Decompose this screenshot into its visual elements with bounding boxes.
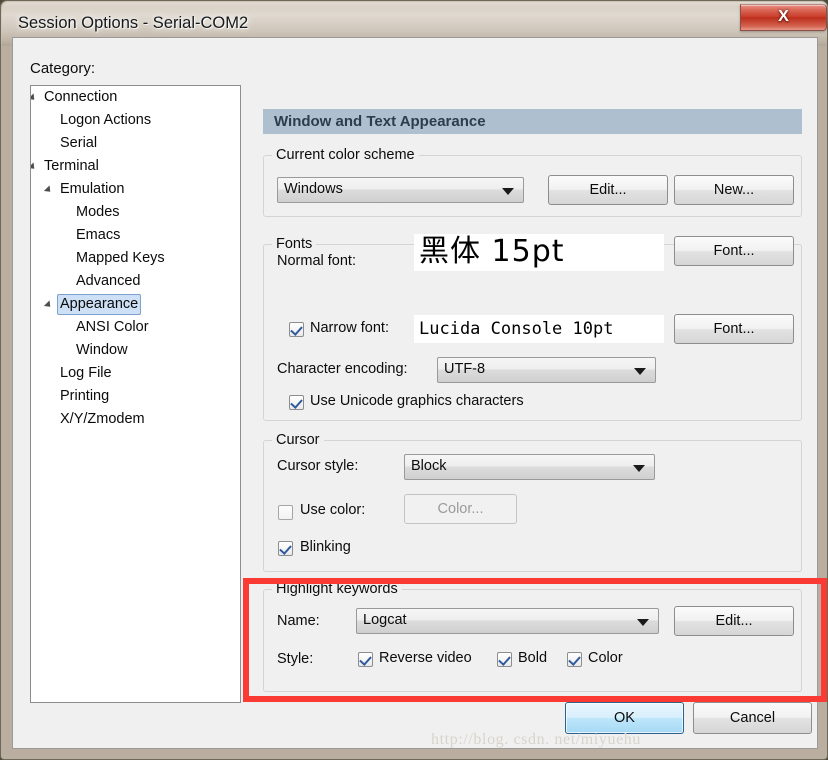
sidebar-item-terminal[interactable]: Terminal bbox=[31, 155, 240, 178]
highlight-name-value: Logcat bbox=[363, 612, 407, 628]
dialog-client-area: Category: Connection Logon Actions Serial T… bbox=[12, 37, 827, 749]
sidebar-item-label: ANSI Color bbox=[76, 319, 149, 335]
close-x-icon: X bbox=[778, 8, 789, 25]
narrow-font-preview: Lucida Console 10pt bbox=[414, 315, 664, 343]
category-label: Category: bbox=[30, 60, 96, 77]
blinking-label: Blinking bbox=[300, 539, 351, 555]
sidebar-item-printing[interactable]: Printing bbox=[31, 385, 240, 408]
reverse-video-checkbox[interactable] bbox=[358, 652, 373, 667]
sidebar-item-label: Printing bbox=[60, 388, 110, 404]
sidebar-item-label: Emulation bbox=[60, 181, 125, 197]
tree-expander-icon[interactable] bbox=[31, 162, 38, 172]
sidebar-item-ansi-color[interactable]: ANSI Color bbox=[31, 316, 240, 339]
highlight-keywords-group: Highlight keywords bbox=[263, 581, 802, 692]
bold-checkbox[interactable] bbox=[497, 652, 512, 667]
highlight-style-label: Style: bbox=[277, 651, 314, 667]
watermark-text: http://blog. csdn. net/miyuehu bbox=[431, 731, 641, 748]
chevron-down-icon bbox=[637, 619, 649, 626]
blinking-checkbox[interactable] bbox=[278, 541, 293, 556]
sidebar-item-label: Connection bbox=[44, 89, 118, 105]
fonts-group-title: Fonts bbox=[272, 236, 317, 252]
sidebar-item-serial[interactable]: Serial bbox=[31, 132, 240, 155]
sidebar-item-label: Log File bbox=[60, 365, 112, 381]
unicode-graphics-label: Use Unicode graphics characters bbox=[310, 393, 524, 409]
chevron-down-icon bbox=[633, 465, 645, 472]
sidebar-item-emulation[interactable]: Emulation bbox=[31, 178, 240, 201]
window-title: Session Options - Serial-COM2 bbox=[18, 14, 249, 32]
narrow-font-label: Narrow font: bbox=[310, 320, 389, 336]
sidebar-item-logon-actions[interactable]: Logon Actions bbox=[31, 109, 240, 132]
sidebar-item-label: Advanced bbox=[76, 273, 141, 289]
color-scheme-group-title: Current color scheme bbox=[272, 147, 419, 163]
sidebar-item-label: Appearance bbox=[57, 294, 142, 315]
tree-expander-icon[interactable] bbox=[43, 185, 54, 195]
character-encoding-value: UTF-8 bbox=[444, 361, 486, 377]
highlight-keywords-group-title: Highlight keywords bbox=[272, 581, 402, 597]
tree-expander-icon[interactable] bbox=[31, 93, 38, 103]
sidebar-item-label: Logon Actions bbox=[60, 112, 152, 128]
color-scheme-combo-value: Windows bbox=[284, 181, 343, 197]
highlight-name-combo[interactable]: Logcat bbox=[356, 608, 659, 634]
use-color-label: Use color: bbox=[300, 502, 366, 518]
unicode-graphics-checkbox[interactable] bbox=[289, 395, 304, 410]
use-color-checkbox[interactable] bbox=[278, 505, 293, 520]
sidebar-item-label: Emacs bbox=[76, 227, 121, 243]
character-encoding-label: Character encoding: bbox=[277, 361, 408, 377]
narrow-font-preview-text: Lucida Console 10pt bbox=[419, 319, 614, 339]
chevron-down-icon bbox=[502, 188, 514, 195]
sidebar-item-appearance[interactable]: Appearance bbox=[31, 293, 240, 316]
normal-font-preview-text: 黑体 15pt bbox=[419, 234, 565, 269]
tree-expander-icon[interactable] bbox=[43, 300, 54, 310]
bold-label: Bold bbox=[518, 650, 548, 666]
sidebar-item-label: Modes bbox=[76, 204, 120, 220]
chevron-down-icon bbox=[634, 368, 646, 375]
cursor-style-combo[interactable]: Block bbox=[404, 454, 655, 480]
sidebar-item-label: Mapped Keys bbox=[76, 250, 165, 266]
color-scheme-new-button[interactable]: New... bbox=[674, 175, 794, 205]
sidebar-item-x-y-zmodem[interactable]: X/Y/Zmodem bbox=[31, 408, 240, 431]
sidebar-item-emacs[interactable]: Emacs bbox=[31, 224, 240, 247]
pane-header: Window and Text Appearance bbox=[263, 109, 802, 134]
sidebar-item-label: Terminal bbox=[44, 158, 99, 174]
cursor-color-button[interactable]: Color... bbox=[404, 494, 517, 524]
sidebar-item-label: Window bbox=[76, 342, 128, 358]
color-checkbox[interactable] bbox=[567, 652, 582, 667]
highlight-edit-button[interactable]: Edit... bbox=[674, 606, 794, 636]
sidebar-item-advanced[interactable]: Advanced bbox=[31, 270, 240, 293]
color-label: Color bbox=[588, 650, 623, 666]
sidebar-item-window[interactable]: Window bbox=[31, 339, 240, 362]
character-encoding-combo[interactable]: UTF-8 bbox=[437, 357, 656, 383]
sidebar-item-label: Serial bbox=[60, 135, 98, 151]
cursor-style-value: Block bbox=[411, 458, 447, 474]
sidebar-item-modes[interactable]: Modes bbox=[31, 201, 240, 224]
ok-button[interactable]: OK bbox=[565, 702, 684, 734]
highlight-name-label: Name: bbox=[277, 613, 320, 629]
narrow-font-checkbox[interactable] bbox=[289, 322, 304, 337]
cursor-group-title: Cursor bbox=[272, 432, 324, 448]
cancel-button[interactable]: Cancel bbox=[693, 702, 812, 734]
normal-font-preview: 黑体 15pt bbox=[414, 234, 664, 271]
color-scheme-edit-button[interactable]: Edit... bbox=[548, 175, 668, 205]
close-button[interactable]: X bbox=[740, 4, 827, 31]
sidebar-item-connection[interactable]: Connection bbox=[31, 86, 240, 109]
sidebar-item-mapped-keys[interactable]: Mapped Keys bbox=[31, 247, 240, 270]
cursor-style-label: Cursor style: bbox=[277, 458, 359, 474]
dialog-window: Session Options - Serial-COM2 X Category… bbox=[0, 0, 828, 760]
category-tree[interactable]: Connection Logon Actions Serial Terminal Emu… bbox=[30, 85, 241, 703]
reverse-video-label: Reverse video bbox=[379, 650, 472, 666]
normal-font-label: Normal font: bbox=[277, 253, 356, 269]
color-scheme-combo[interactable]: Windows bbox=[277, 177, 524, 203]
sidebar-item-label: X/Y/Zmodem bbox=[60, 411, 145, 427]
pane-header-title: Window and Text Appearance bbox=[274, 113, 486, 130]
narrow-font-button[interactable]: Font... bbox=[674, 314, 794, 344]
sidebar-item-log-file[interactable]: Log File bbox=[31, 362, 240, 385]
normal-font-button[interactable]: Font... bbox=[674, 236, 794, 266]
